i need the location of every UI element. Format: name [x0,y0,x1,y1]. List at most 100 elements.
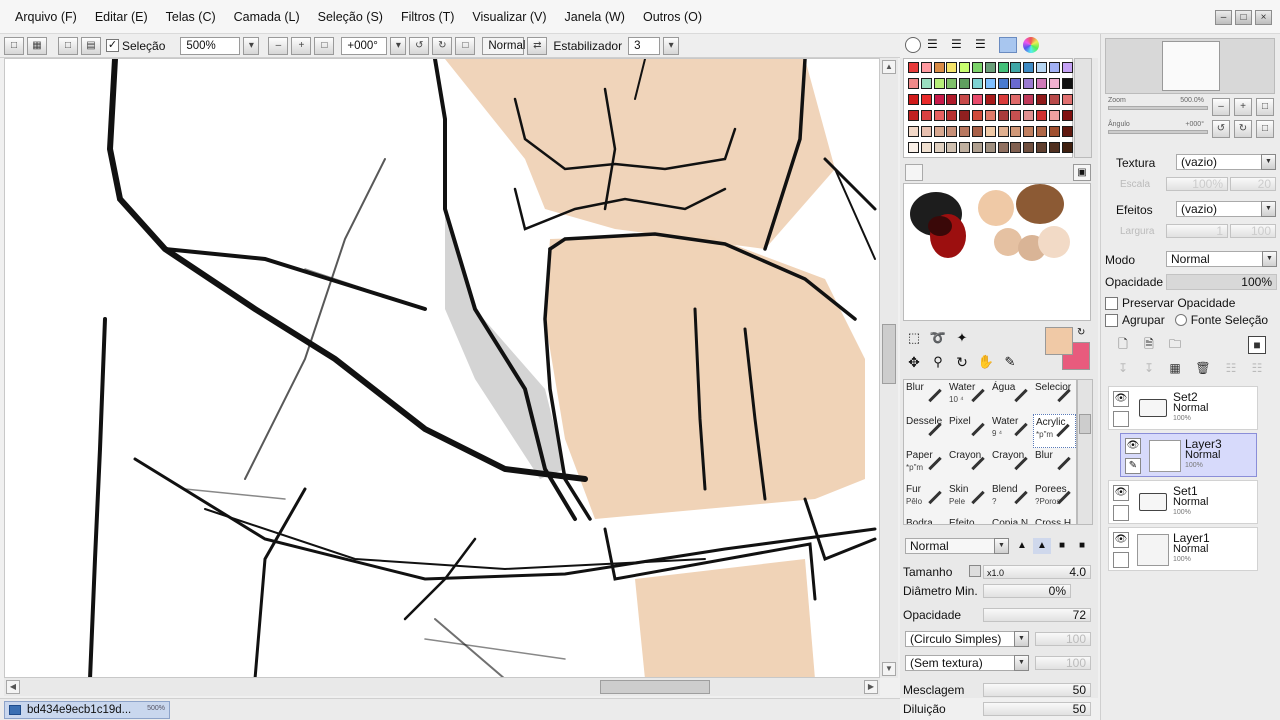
preserve-opacity-checkbox[interactable] [1105,296,1118,310]
brush-shape-square-icon[interactable]: ■ [1073,538,1091,554]
rotate-left-button[interactable]: ↺ [409,36,430,55]
brush-shape-hard-icon[interactable]: ■ [1053,538,1071,554]
color-swatch[interactable] [920,62,932,73]
brush-opacity-slider[interactable]: 72 [983,608,1091,622]
color-swatch[interactable] [1023,62,1035,73]
blend-slider[interactable]: 50 [983,683,1091,697]
tool-grid-scrollbar[interactable] [1077,379,1093,525]
tool-paper[interactable]: Paper *p"m [904,448,947,482]
brush-shape-select[interactable]: (Circulo Simples) ▼ [905,631,1029,647]
canvas-vertical-scrollbar[interactable]: ▲ ▼ [880,58,898,678]
zoom-in-button[interactable]: + [291,36,312,55]
zoom-select[interactable]: 500% [180,36,241,55]
color-swatch[interactable] [933,62,945,73]
layer-mask-icon[interactable]: ■ [1248,336,1266,354]
color-swatch[interactable] [959,110,971,121]
swap-colors-icon[interactable]: ↻ [1077,327,1085,338]
selection-toggle[interactable]: ✓ Seleção [106,39,165,53]
tool-cross-h[interactable]: Cross H [1033,516,1076,524]
tool-copia-n[interactable]: Copia N [990,516,1033,524]
effects-width-extra[interactable]: 100 [1230,224,1276,238]
layer-lock-toggle[interactable] [1113,411,1129,427]
navigator-angle-slider[interactable] [1108,130,1208,134]
color-swatch[interactable] [1010,142,1022,153]
color-swatch[interactable] [933,110,945,121]
drawing-canvas[interactable] [4,58,880,678]
menu-camada[interactable]: Camada (L) [225,0,309,34]
tool-pixel[interactable]: Pixel [947,414,990,448]
color-swatch[interactable] [1061,62,1073,73]
color-swatches[interactable] [903,58,1073,158]
color-swatch[interactable] [933,126,945,137]
menu-editar[interactable]: Editar (E) [86,0,157,34]
tool--gua[interactable]: Água [990,380,1033,414]
color-swatch[interactable] [1010,126,1022,137]
color-swatch[interactable] [1010,110,1022,121]
scroll-right-arrow[interactable]: ▶ [864,680,878,694]
navigator-zoom-slider[interactable] [1108,106,1208,110]
color-swatch[interactable] [997,78,1009,89]
selection-checkbox[interactable]: ✓ [106,39,119,52]
brush-texture-dropdown-icon[interactable]: ▼ [1014,655,1029,671]
texture-scale-extra[interactable]: 20 [1230,177,1276,191]
menu-arquivo[interactable]: Arquivo (F) [6,0,86,34]
color-swatch[interactable] [908,94,919,105]
mixer-mode-icon[interactable]: ☰ [975,37,993,53]
color-swatch[interactable] [908,126,919,137]
color-swatch[interactable] [946,110,958,121]
scroll-down-arrow[interactable]: ▼ [882,662,896,676]
brush-size-slider[interactable]: x1.0 4.0 [983,565,1091,579]
hand-tool-icon[interactable]: ✋ [977,353,995,371]
tool-blur[interactable]: Blur [904,380,947,414]
brush-shape-dropdown-icon[interactable]: ▼ [1014,631,1029,647]
color-swatch[interactable] [1061,94,1073,105]
color-swatch[interactable] [997,94,1009,105]
brush-shape-medium-icon[interactable]: ▲ [1033,538,1051,554]
color-swatch[interactable] [959,126,971,137]
zoom-reset-button[interactable]: □ [314,36,335,55]
dilution-slider[interactable]: 50 [983,702,1091,716]
menu-selecao[interactable]: Seleção (S) [309,0,392,34]
color-swatch[interactable] [997,126,1009,137]
layer-effects-dropdown-icon[interactable]: ▼ [1261,201,1276,217]
color-swatch[interactable] [997,142,1009,153]
color-swatch[interactable] [1023,110,1035,121]
brush-texture-select[interactable]: (Sem textura) ▼ [905,655,1029,671]
tool-crayon[interactable]: Crayon [990,448,1033,482]
color-swatch[interactable] [984,78,996,89]
texture-scale-slider[interactable]: 100% [1166,177,1228,191]
color-swatch[interactable] [1048,142,1060,153]
scratchpad-clear-icon[interactable] [905,164,923,181]
invert-selection-button[interactable]: ▦ [27,36,47,55]
flatten-icon[interactable]: ☷ [1248,360,1266,378]
tool-blend[interactable]: Blend? [990,482,1033,516]
navigator-preview[interactable] [1105,38,1275,94]
move-icon[interactable]: ✥ [905,353,923,371]
color-swatch[interactable] [946,78,958,89]
layer-item-set2[interactable]: 👁 Set2 Normal 100% [1108,386,1258,430]
merge-visible-icon[interactable]: ☷ [1222,360,1240,378]
tool-water[interactable]: Water 9 ⁴ [990,414,1033,448]
flip-view-button[interactable]: ⇄ [527,36,548,55]
color-swatch[interactable] [1036,110,1047,121]
nav-zoom-reset-button[interactable]: □ [1256,98,1274,116]
color-swatch[interactable] [933,78,945,89]
color-swatch[interactable] [946,126,958,137]
scroll-up-arrow[interactable]: ▲ [882,60,896,74]
effects-width-slider[interactable]: 1 [1166,224,1228,238]
layer-lock-toggle[interactable] [1113,552,1129,568]
color-swatch[interactable] [908,78,919,89]
color-swatch[interactable] [1048,110,1060,121]
nav-rotate-left-button[interactable]: ↺ [1212,120,1230,138]
view-mode-select[interactable]: Normal [482,36,525,55]
color-swatch[interactable] [1061,126,1073,137]
rgb-slider-mode-icon[interactable]: ☰ [927,37,945,53]
nav-zoom-out-button[interactable]: – [1212,98,1230,116]
color-swatch[interactable] [972,78,983,89]
color-swatch[interactable] [1036,94,1047,105]
color-swatch[interactable] [920,110,932,121]
layer-mode-select[interactable]: Normal ▼ [1166,251,1277,267]
color-swatch[interactable] [1048,78,1060,89]
stabilizer-select[interactable]: 3 [628,36,661,55]
layer-lock-toggle[interactable] [1113,505,1129,521]
